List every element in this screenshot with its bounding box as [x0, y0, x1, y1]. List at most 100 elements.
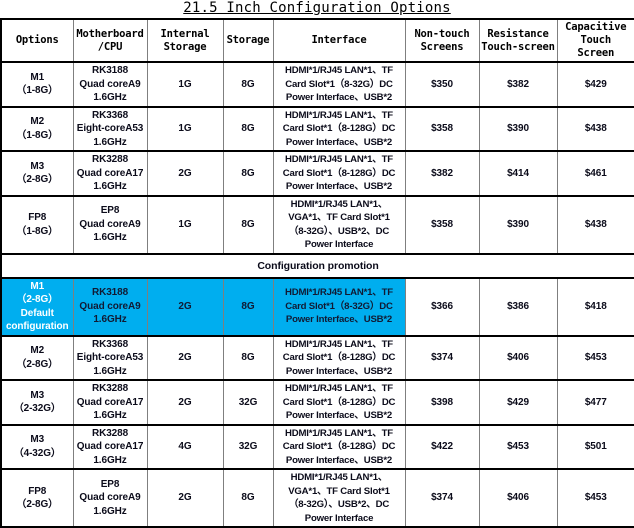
interface-line-2: VGA*1、TF Card Slot*1 — [288, 485, 390, 497]
page-title: 21.5 Inch Configuration Options — [183, 0, 451, 16]
option-name: M2 — [30, 116, 45, 128]
cell-storage: 8G — [222, 276, 274, 337]
cell-internal-storage: 4G — [146, 423, 224, 470]
cpu-clock: 1.6GHz — [93, 505, 127, 517]
cell-price-non-touch: $350 — [404, 61, 480, 108]
interface-line-3: Power Interface、USB*2 — [285, 92, 393, 103]
cpu-clock: 1.6GHz — [93, 232, 127, 244]
interface-line-1: HDMI*1/RJ45 LAN*1、TF — [285, 154, 393, 165]
cell-price-capacitive-touch: $501 — [556, 423, 634, 470]
cell-motherboard-cpu: EP8 Quad coreA9 1.6GHz — [72, 194, 148, 255]
column-header-options: Options — [0, 18, 74, 63]
cell-price-capacitive-touch: $438 — [556, 194, 634, 255]
cell-price-non-touch: $374 — [404, 334, 480, 381]
interface-line-2: Card Slot*1（8-128G）DC — [282, 396, 396, 408]
interface-line-2: Card Slot*1（8-32G）DC — [285, 78, 393, 90]
cell-price-resistance-touch: $414 — [478, 150, 558, 197]
table-row[interactable]: M3 （2-32G） RK3288 Quad coreA17 1.6GHz 2G 32G HD… — [0, 379, 634, 426]
cpu-clock: 1.6GHz — [93, 410, 127, 421]
cell-storage: 8G — [222, 194, 274, 255]
cell-price-non-touch: $422 — [404, 423, 480, 470]
interface-line-2: Card Slot*1（8-128G）DC — [282, 167, 396, 179]
option-spec: （2-8G） — [16, 499, 59, 510]
table-row[interactable]: M1 （1-8G） RK3188 Quad coreA9 1.6GHz 1G 8G HDMI*… — [0, 61, 634, 108]
cell-internal-storage: 1G — [146, 194, 224, 255]
table-row[interactable]: M3 （2-8G） RK3288 Quad coreA17 1.6GHz 2G 8G HDMI… — [0, 150, 634, 197]
option-spec: （2-8G） — [16, 358, 59, 370]
header-label-storage: Storage — [226, 34, 270, 46]
interface-line-1: HDMI*1/RJ45 LAN*1、TF — [285, 65, 393, 76]
cell-option: M2 （1-8G） — [0, 105, 74, 152]
cell-motherboard-cpu: EP8 Quad coreA9 1.6GHz — [72, 468, 148, 528]
cell-storage: 32G — [222, 423, 274, 470]
option-name: M1 — [30, 71, 45, 83]
header-label-motherboard-line2: /CPU — [97, 40, 123, 53]
column-header-motherboard-cpu: Motherboard /CPU — [72, 18, 148, 63]
cpu-clock: 1.6GHz — [93, 136, 127, 148]
page-root: 21.5 Inch Configuration Options Options … — [0, 0, 634, 528]
cell-motherboard-cpu: RK3368 Eight-coreA53 1.6GHz — [72, 334, 148, 381]
table-row[interactable]: FP8 （1-8G） EP8 Quad coreA9 1.6GHz 1G 8G HDMI*1/… — [0, 194, 634, 255]
interface-line-2: Card Slot*1（8-32G）DC — [285, 300, 393, 312]
interface-line-3: Power Interface、USB*2 — [285, 181, 393, 192]
option-note-line-1: configuration — [5, 321, 69, 332]
cell-internal-storage: 2G — [146, 334, 224, 381]
cell-interface: HDMI*1/RJ45 LAN*1、TF Card Slot*1（8-128G）D… — [272, 379, 406, 426]
option-name: M3 — [30, 389, 45, 401]
table-row[interactable]: M2 （1-8G） RK3368 Eight-coreA53 1.6GHz 1G 8G HDM… — [0, 105, 634, 152]
header-label-internal-line1: Internal — [160, 27, 210, 40]
interface-line-3: Power Interface、USB*2 — [285, 365, 393, 377]
cell-price-resistance-touch: $390 — [478, 105, 558, 152]
cpu-model: RK3368 — [91, 338, 129, 350]
option-spec: （2-8G） — [16, 174, 59, 186]
cpu-model: EP8 — [100, 478, 120, 490]
column-header-resistance-touch-screen: Resistance Touch-screen — [478, 18, 558, 63]
cell-option: FP8 （2-8G） — [0, 468, 74, 528]
column-header-capacitive-touch-screen: Capacitive Touch Screen — [556, 18, 634, 63]
column-header-non-touch-screens: Non-touch Screens — [404, 18, 480, 63]
header-label-nontouch-line1: Non-touch — [414, 27, 470, 40]
cell-storage: 32G — [222, 379, 274, 426]
header-label-interface: Interface — [311, 34, 367, 46]
cell-price-resistance-touch: $386 — [478, 276, 558, 337]
cell-internal-storage: 2G — [146, 150, 224, 197]
cell-interface: HDMI*1/RJ45 LAN*1、TF Card Slot*1（8-32G）DC… — [272, 61, 406, 108]
cell-internal-storage: 2G — [146, 468, 224, 528]
promotion-separator-row: Configuration promotion — [0, 252, 634, 279]
cpu-model: EP8 — [100, 205, 120, 217]
interface-line-4: Power Interface — [304, 512, 374, 524]
table-row[interactable]: M2 （2-8G） RK3368 Eight-coreA53 1.6GHz 2G 8G HDM… — [0, 334, 634, 381]
cell-option: M3 （2-8G） — [0, 150, 74, 197]
option-name: M1 — [30, 280, 45, 292]
cpu-clock: 1.6GHz — [93, 92, 127, 103]
interface-line-1: HDMI*1/RJ45 LAN*1、TF — [285, 287, 393, 299]
cell-interface: HDMI*1/RJ45 LAN*1、 VGA*1、TF Card Slot*1 （8… — [272, 194, 406, 255]
cell-interface: HDMI*1/RJ45 LAN*1、TF Card Slot*1（8-128G）D… — [272, 334, 406, 381]
header-label-capacitive-line2: Touch — [580, 34, 612, 46]
cell-option: M3 （4-32G） — [0, 423, 74, 470]
interface-line-4: Power Interface — [304, 239, 374, 250]
interface-line-3: Power Interface、USB*2 — [285, 136, 393, 148]
cell-price-resistance-touch: $382 — [478, 61, 558, 108]
cell-price-resistance-touch: $429 — [478, 379, 558, 426]
header-label-capacitive-line1: Capacitive — [565, 21, 627, 33]
table-row[interactable]: FP8 （2-8G） EP8 Quad coreA9 1.6GHz 2G 8G HDMI*1/… — [0, 468, 634, 528]
configuration-options-table: Options Motherboard /CPU Internal Storag… — [0, 18, 634, 528]
interface-line-1: HDMI*1/RJ45 LAN*1、 — [290, 472, 388, 483]
header-label-options: Options — [15, 34, 59, 46]
table-header: Options Motherboard /CPU Internal Storag… — [0, 18, 634, 63]
cpu-cores: Quad coreA9 — [79, 300, 141, 312]
cell-internal-storage: 2G — [146, 379, 224, 426]
header-label-resistance-line1: Resistance — [487, 27, 549, 40]
interface-line-3: （8-32G）、USB*2、DC — [288, 499, 390, 510]
cell-interface: HDMI*1/RJ45 LAN*1、TF Card Slot*1（8-128G）D… — [272, 105, 406, 152]
cpu-clock: 1.6GHz — [93, 181, 127, 192]
cpu-cores: Quad coreA17 — [76, 396, 144, 408]
header-label-resistance-line2: Touch-screen — [481, 40, 555, 53]
cpu-cores: Quad coreA9 — [79, 78, 141, 90]
cell-option: M2 （2-8G） — [0, 334, 74, 381]
table-row[interactable]: M1 （2-8G） Default configuration RK3188 Quad c… — [0, 276, 634, 337]
table-row[interactable]: M3 （4-32G） RK3288 Quad coreA17 1.6GHz 4G 32G HD… — [0, 423, 634, 470]
cell-motherboard-cpu: RK3288 Quad coreA17 1.6GHz — [72, 423, 148, 470]
option-spec: （2-32G） — [13, 403, 61, 415]
